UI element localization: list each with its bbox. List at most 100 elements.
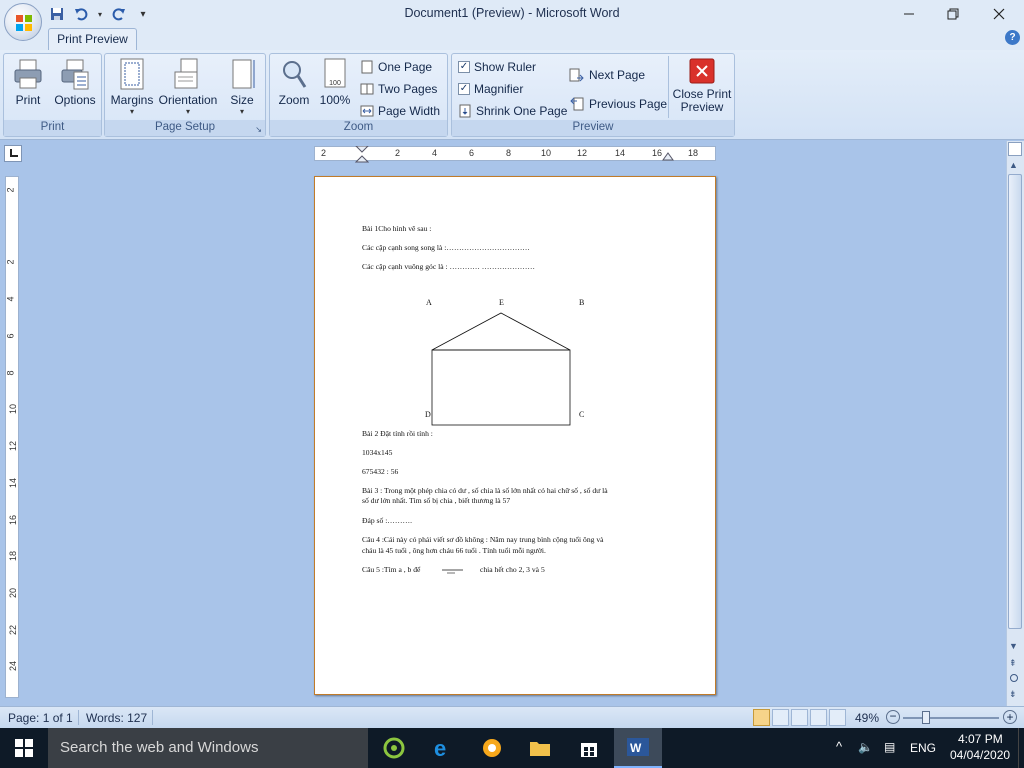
page-size-icon — [232, 59, 255, 89]
zoom-level[interactable]: 49% — [855, 711, 879, 725]
left-tab-icon — [9, 149, 18, 157]
tab-selector[interactable] — [4, 145, 22, 162]
geometry-figure — [431, 312, 571, 426]
full-screen-reading-view-icon[interactable] — [772, 709, 789, 726]
taskbar-browser[interactable] — [468, 728, 516, 768]
doc-line: 675432 : 56 — [362, 467, 399, 476]
doc-line: số dư lớn nhất. Tìm số bị chia , biết th… — [362, 496, 511, 505]
horizontal-ruler[interactable]: 2 2 4 6 8 10 12 14 16 18 — [314, 146, 716, 161]
notification-icon[interactable]: ▤ — [884, 740, 895, 754]
taskbar-file-explorer[interactable] — [516, 728, 564, 768]
shrink-one-page-button[interactable]: Shrink One Page — [458, 102, 567, 120]
ribbon-tabstrip — [0, 28, 1024, 50]
first-line-indent-marker-icon[interactable] — [355, 146, 369, 164]
outline-view-icon[interactable] — [810, 709, 827, 726]
ruler-number: 2 — [321, 148, 327, 158]
start-button[interactable] — [0, 728, 48, 768]
margins-dropdown-icon: ▾ — [129, 107, 134, 116]
doc-line: chia hết cho 2, 3 và 5 — [480, 565, 545, 574]
zoom-100-icon: 100 — [324, 58, 346, 88]
page-width-button[interactable]: Page Width — [360, 102, 440, 120]
taskbar-edge[interactable]: e — [419, 728, 467, 768]
svg-text:W: W — [630, 741, 642, 755]
office-button[interactable] — [4, 3, 42, 41]
close-icon — [993, 8, 1005, 20]
zoom-out-icon[interactable]: − — [886, 710, 900, 724]
help-icon[interactable]: ? — [1005, 30, 1020, 45]
clock-date[interactable]: 04/04/2020 — [950, 748, 1010, 762]
zoom-slider-thumb[interactable] — [922, 711, 930, 724]
next-page-button[interactable]: Next Page — [569, 66, 645, 84]
overlined-number-equation — [442, 569, 463, 574]
windows-logo-icon — [15, 739, 33, 757]
previous-page-button[interactable]: Previous Page — [569, 95, 667, 113]
next-page-arrow-icon[interactable]: ⇟ — [1009, 689, 1017, 700]
taskbar-search[interactable]: Search the web and Windows — [48, 728, 368, 768]
draft-view-icon[interactable] — [829, 709, 846, 726]
right-indent-marker-icon[interactable] — [662, 150, 674, 162]
triangle-shape — [431, 312, 571, 351]
orientation-button[interactable]: Orientation ▾ — [157, 56, 219, 120]
figure-label-d: D — [425, 410, 431, 419]
one-page-button[interactable]: One Page — [360, 58, 432, 76]
status-divider — [78, 710, 79, 725]
web-layout-view-icon[interactable] — [791, 709, 808, 726]
browser-icon — [483, 739, 501, 757]
ribbon: Print Options Print Margins ▾ Orientatio… — [0, 50, 1024, 140]
volume-icon[interactable]: 🔈 — [858, 740, 873, 754]
taskbar-store[interactable] — [565, 728, 613, 768]
word-count[interactable]: Words: 127 — [86, 711, 147, 725]
page-setup-launcher-icon[interactable]: ↘ — [255, 125, 262, 134]
figure-label-e: E — [499, 298, 504, 307]
view-buttons — [753, 709, 849, 726]
tab-print-preview[interactable]: Print Preview — [48, 28, 137, 51]
taskbar-word[interactable]: W — [614, 728, 662, 768]
zoom-100-button[interactable]: 100 100% — [318, 56, 352, 120]
zoom-in-icon[interactable]: + — [1003, 710, 1017, 724]
input-language[interactable]: ENG — [910, 741, 936, 755]
print-layout-view-icon[interactable] — [753, 709, 770, 726]
scrollbar-thumb[interactable] — [1008, 174, 1022, 629]
view-ruler-toggle-icon[interactable] — [1008, 142, 1022, 156]
magnifier-glass-icon — [283, 61, 307, 88]
close-print-preview-button[interactable]: Close Print Preview — [672, 56, 732, 120]
size-button[interactable]: Size ▾ — [225, 56, 259, 120]
ruler-number: 12 — [577, 148, 588, 158]
scroll-down-icon[interactable]: ▼ — [1009, 641, 1018, 651]
green-app-icon — [383, 737, 405, 759]
margins-button[interactable]: Margins ▾ — [109, 56, 155, 120]
vertical-ruler[interactable]: 2 2 4 6 8 10 12 14 16 18 20 22 24 — [5, 176, 19, 698]
office-logo-icon — [16, 15, 32, 31]
show-hidden-icons-icon[interactable]: ^ — [836, 739, 842, 754]
zoom-slider[interactable] — [903, 717, 999, 719]
magnifier-checkbox[interactable]: ✓ Magnifier — [458, 80, 523, 98]
doc-line: Câu 4 :Cái này có phải viết sơ đồ không … — [362, 535, 604, 544]
options-button[interactable]: Options — [52, 56, 98, 120]
document-page[interactable]: Bài 1Cho hình vẽ sau : Các cặp cạnh song… — [314, 176, 716, 695]
previous-page-arrow-icon[interactable]: ⇞ — [1009, 658, 1017, 669]
page-count[interactable]: Page: 1 of 1 — [8, 711, 73, 725]
taskbar-app-green[interactable] — [370, 728, 418, 768]
edge-icon: e — [434, 737, 446, 759]
status-divider — [152, 710, 153, 725]
doc-line: Bài 3 : Trong một phép chia có dư , số c… — [362, 486, 608, 495]
show-ruler-checkbox[interactable]: ✓ Show Ruler — [458, 58, 536, 76]
close-print-preview-label: Close Print Preview — [672, 87, 732, 114]
previous-page-icon — [570, 97, 584, 111]
print-button[interactable]: Print — [8, 56, 48, 120]
group-label-zoom: Zoom — [270, 120, 447, 136]
show-desktop-button[interactable] — [1018, 728, 1024, 768]
restore-button[interactable] — [930, 0, 976, 28]
zoom-button[interactable]: Zoom — [274, 56, 314, 120]
zoom-100-label: 100% — [319, 93, 351, 107]
ruler-number: 14 — [8, 477, 19, 489]
ruler-number: 6 — [469, 148, 475, 158]
select-browse-object-icon[interactable] — [1010, 674, 1018, 682]
clock-time[interactable]: 4:07 PM — [958, 732, 1003, 746]
two-pages-button[interactable]: Two Pages — [360, 80, 437, 98]
close-button[interactable] — [976, 0, 1022, 28]
minimize-button[interactable] — [886, 0, 932, 28]
scroll-up-icon[interactable]: ▲ — [1009, 160, 1018, 170]
ruler-number: 14 — [615, 148, 626, 158]
status-bar: Page: 1 of 1 Words: 127 49% − + — [0, 706, 1024, 728]
